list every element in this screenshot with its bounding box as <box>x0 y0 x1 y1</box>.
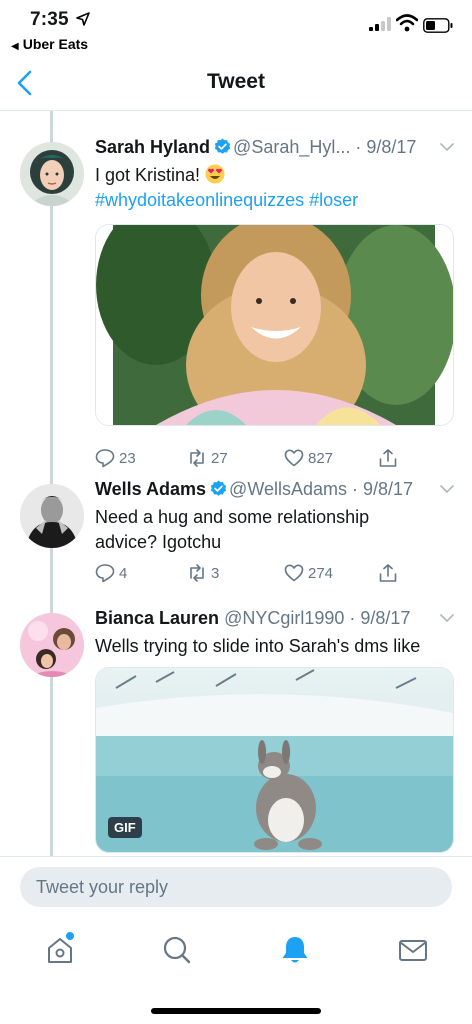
reply-button[interactable]: 4 <box>95 563 127 583</box>
heart-icon <box>284 564 304 582</box>
like-button[interactable]: 274 <box>284 563 333 583</box>
handle[interactable]: @WellsAdams <box>229 479 347 499</box>
tab-bar <box>0 918 472 1024</box>
display-name[interactable]: Wells Adams <box>95 479 206 499</box>
timestamp: · 9/8/17 <box>355 137 417 157</box>
like-count: 274 <box>308 564 334 582</box>
share-button[interactable] <box>378 448 402 468</box>
avatar[interactable] <box>20 613 84 677</box>
chevron-down-icon[interactable] <box>440 142 454 152</box>
back-app-label: Uber Eats <box>22 36 89 52</box>
tweet-text-body: Wells trying to slide into Sarah's dms l… <box>95 636 421 656</box>
tweet-actions: 23 27 827 <box>95 448 415 470</box>
tweet-text: Wells trying to slide into Sarah's dms l… <box>95 634 455 659</box>
gif-thumper-image <box>96 668 453 852</box>
avatar[interactable] <box>20 142 84 206</box>
home-indicator[interactable] <box>151 1008 321 1014</box>
handle[interactable]: @Sarah_Hyl... <box>233 137 350 157</box>
display-name[interactable]: Sarah Hyland <box>95 137 210 157</box>
reply-icon <box>95 564 115 583</box>
tweet-text-line: Need a hug and some relationship <box>95 507 370 527</box>
timestamp: · 9/8/17 <box>349 608 411 628</box>
battery-icon <box>423 18 453 33</box>
search-icon <box>163 936 191 964</box>
cellular-signal-icon <box>369 17 391 31</box>
retweet-count: 27 <box>211 449 228 467</box>
avatar-sarah-image <box>20 142 84 206</box>
tweet-gif[interactable]: GIF <box>95 667 454 853</box>
retweet-icon <box>190 449 204 467</box>
reply-button[interactable]: 23 <box>95 448 136 468</box>
handle[interactable]: @NYCgirl1990 <box>224 608 344 628</box>
share-icon <box>379 449 397 467</box>
share-icon <box>379 564 397 582</box>
verified-badge-icon <box>210 480 227 496</box>
reply-icon <box>95 449 115 468</box>
tweet-text: Need a hug and some relationship advice?… <box>95 505 455 555</box>
heart-icon <box>284 449 304 467</box>
photo-kristina-image <box>96 225 453 425</box>
location-arrow-icon <box>76 12 90 26</box>
timestamp: · 9/8/17 <box>352 479 414 499</box>
page-title: Tweet <box>207 70 265 93</box>
notifications-bell-icon <box>282 937 308 963</box>
reply-bar <box>0 856 472 919</box>
nav-bar: Tweet <box>0 56 472 111</box>
gif-badge: GIF <box>108 817 142 838</box>
retweet-button[interactable]: 27 <box>187 448 228 468</box>
avatar-bianca-image <box>20 613 84 677</box>
retweet-button[interactable]: 3 <box>187 563 219 583</box>
retweet-count: 3 <box>211 564 220 582</box>
retweet-icon <box>190 564 204 582</box>
status-time: 7:35 <box>30 9 69 30</box>
new-content-dot <box>66 932 74 940</box>
back-to-app-link[interactable]: ◀ Uber Eats <box>11 36 88 52</box>
back-triangle-icon: ◀ <box>11 41 19 52</box>
hashtags-link[interactable]: #whydoitakeonlinequizzes #loser <box>95 190 358 210</box>
reply-count: 23 <box>119 449 136 467</box>
chevron-down-icon[interactable] <box>440 613 454 623</box>
tweet-text-body: I got Kristina! <box>95 165 201 185</box>
tweet-header: Wells Adams @WellsAdams · 9/8/17 <box>95 479 413 500</box>
reply-count: 4 <box>119 564 128 582</box>
tweet-header: Bianca Lauren @NYCgirl1990 · 9/8/17 <box>95 608 410 629</box>
share-button[interactable] <box>378 563 402 583</box>
reply-input[interactable] <box>20 867 452 907</box>
tweet-text: I got Kristina! #whydoitakeonlinequizzes… <box>95 163 455 213</box>
tab-search[interactable] <box>161 934 193 966</box>
like-count: 827 <box>308 449 334 467</box>
status-bar: 7:35 ◀ Uber Eats <box>0 0 472 56</box>
avatar-wells-image <box>20 484 84 548</box>
messages-envelope-icon <box>399 940 427 961</box>
heart-eyes-emoji-icon <box>205 164 225 184</box>
display-name[interactable]: Bianca Lauren <box>95 608 219 628</box>
tab-home[interactable] <box>44 932 76 966</box>
tab-notifications[interactable] <box>279 934 311 966</box>
tweet-header: Sarah Hyland @Sarah_Hyl... · 9/8/17 <box>95 137 416 158</box>
verified-badge-icon <box>214 138 231 154</box>
tweet-thread: Sarah Hyland @Sarah_Hyl... · 9/8/17 I go… <box>0 111 472 856</box>
tweet-photo[interactable] <box>95 224 454 426</box>
tweet-actions: 4 3 274 <box>95 563 415 585</box>
chevron-down-icon[interactable] <box>440 484 454 494</box>
wifi-icon <box>396 14 418 32</box>
like-button[interactable]: 827 <box>284 448 333 468</box>
previous-tweet-actions-fragment <box>0 111 472 113</box>
avatar[interactable] <box>20 484 84 548</box>
tab-messages[interactable] <box>397 934 429 966</box>
tweet-text-line: advice? Igotchu <box>95 532 222 552</box>
